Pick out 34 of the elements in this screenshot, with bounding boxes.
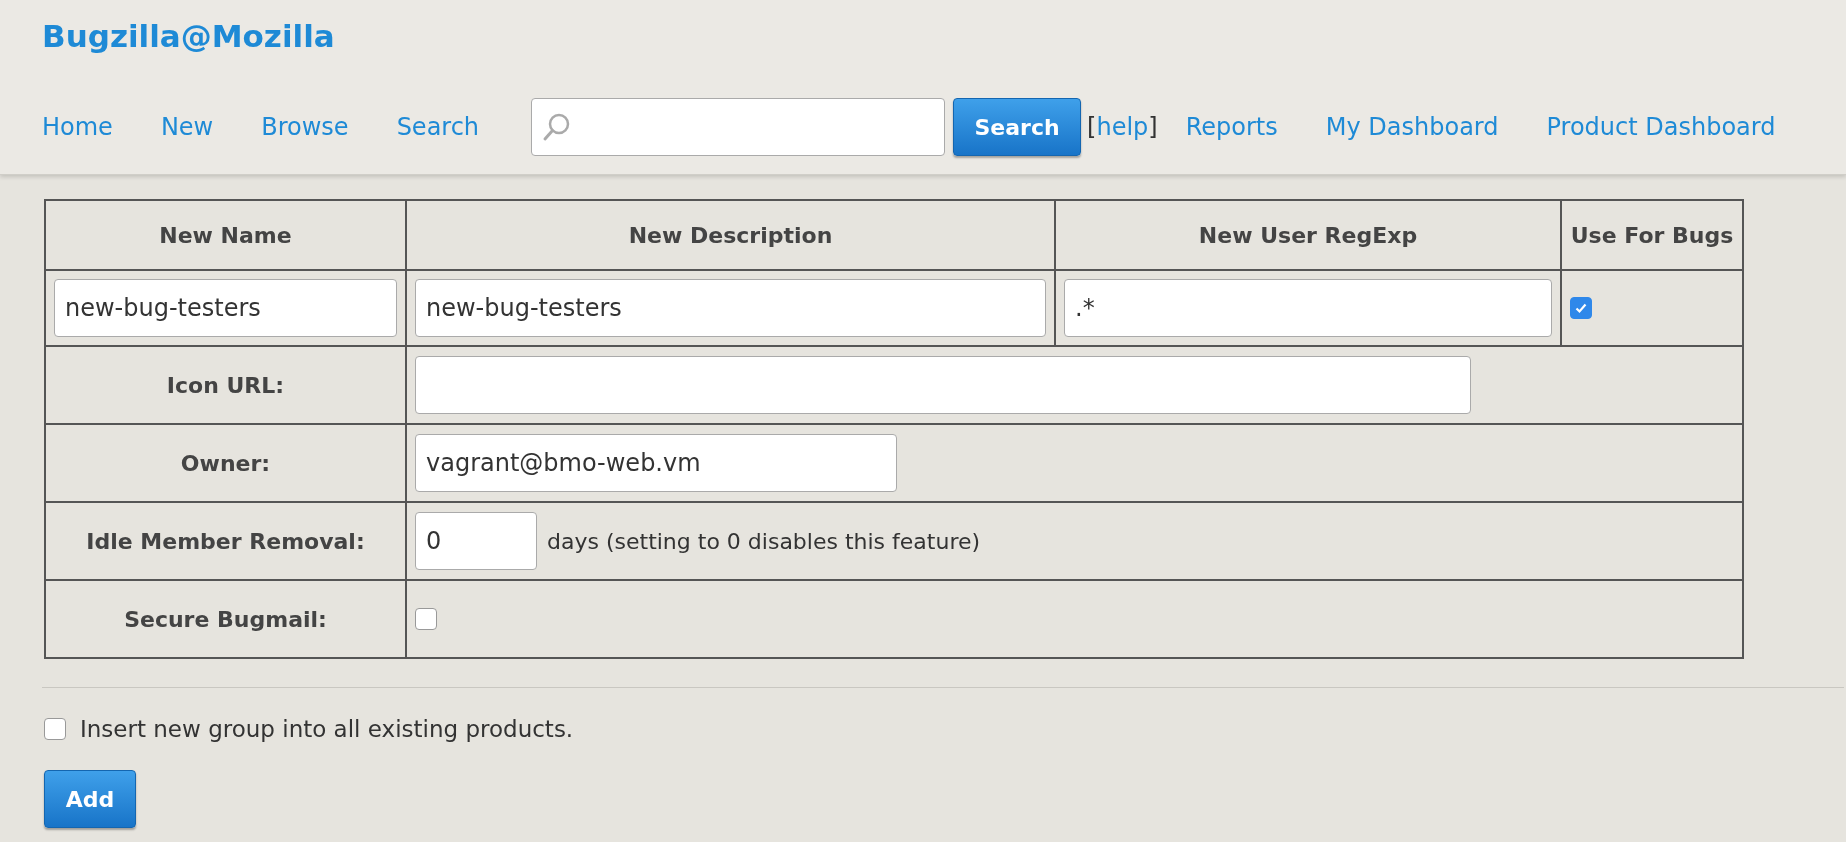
column-header: New User RegExp [1055, 200, 1561, 270]
field-label: Icon URL: [45, 346, 406, 424]
column-header: Use For Bugs [1561, 200, 1743, 270]
nav-link[interactable]: Reports [1185, 113, 1278, 141]
nav-link[interactable]: Home [42, 113, 113, 141]
site-title[interactable]: Bugzilla@Mozilla [42, 0, 335, 68]
nav-link[interactable]: New [160, 113, 214, 141]
regexp-input[interactable]: .* [1064, 279, 1552, 337]
field-label: Secure Bugmail: [45, 580, 406, 658]
nav-link[interactable]: Product Dashboard [1546, 113, 1776, 141]
bracket-text: [ [1087, 113, 1097, 141]
field-label: Idle Member Removal: [45, 502, 406, 580]
checkbox[interactable] [1570, 297, 1592, 319]
description-input[interactable]: new-bug-testers [415, 279, 1046, 337]
add-button[interactable]: Add [44, 770, 136, 828]
column-header: New Description [406, 200, 1055, 270]
check-icon [1574, 301, 1588, 315]
help-link[interactable]: help [1096, 113, 1149, 141]
checkbox[interactable] [44, 718, 66, 740]
nav-link[interactable]: My Dashboard [1325, 113, 1499, 141]
days-input[interactable]: 0 [415, 512, 537, 570]
checkbox-label: Insert new group into all existing products. [80, 716, 574, 742]
days-note: days (setting to 0 disables this feature) [547, 528, 981, 554]
column-header: New Name [45, 200, 406, 270]
url-input[interactable] [415, 356, 1471, 414]
text-input[interactable]: vagrant@bmo-web.vm [415, 434, 897, 492]
bracket-text: ] [1148, 113, 1158, 141]
field-label: Owner: [45, 424, 406, 502]
checkbox[interactable] [415, 608, 437, 630]
search-button[interactable]: Search [953, 98, 1082, 156]
search-field[interactable] [531, 98, 946, 156]
nav-link[interactable]: Search [396, 113, 480, 141]
nav-link[interactable]: Browse [261, 113, 349, 141]
name-input[interactable]: new-bug-testers [54, 279, 397, 337]
